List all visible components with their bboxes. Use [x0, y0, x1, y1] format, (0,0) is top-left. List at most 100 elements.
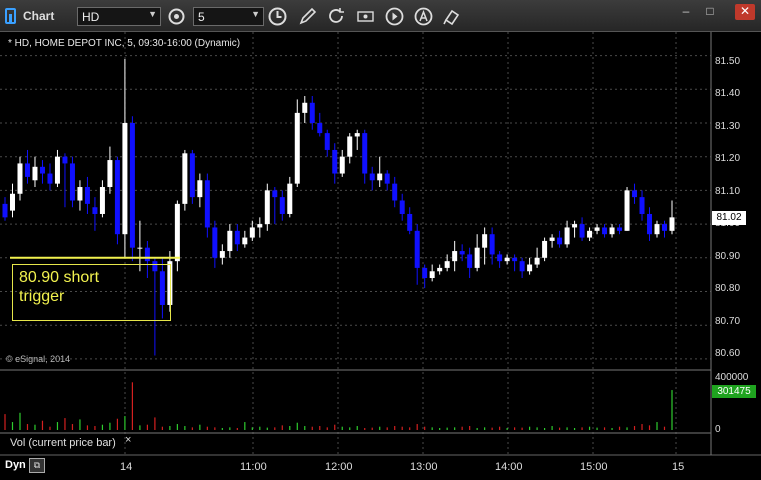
- candle-down: [647, 213, 653, 235]
- candle-up: [564, 227, 570, 245]
- candle-up: [227, 230, 233, 252]
- annotation-line1: 80.90 short: [19, 269, 100, 286]
- candle-up: [482, 234, 488, 248]
- price-tick: 80.60: [715, 348, 741, 359]
- copyright-text: © eSignal, 2014: [6, 354, 71, 364]
- time-tick: 14: [120, 461, 133, 473]
- candle-up: [444, 261, 450, 268]
- price-tick: 81.30: [715, 121, 741, 132]
- volume-study-label: Vol (current price bar): [10, 437, 116, 449]
- candle-up: [474, 247, 480, 268]
- price-chart[interactable]: [0, 0, 761, 480]
- dynamic-mode-label: Dyn: [5, 459, 26, 471]
- candle-up: [654, 224, 660, 235]
- candle-down: [519, 261, 525, 272]
- candle-down: [459, 251, 465, 255]
- candle-down: [279, 197, 285, 214]
- price-tick: 81.10: [715, 186, 741, 197]
- candle-up: [527, 264, 533, 272]
- time-tick: 15: [672, 461, 685, 473]
- candle-down: [617, 227, 623, 231]
- candle-up: [504, 257, 510, 262]
- candle-down: [422, 267, 428, 279]
- candle-down: [47, 173, 53, 184]
- candle-up: [624, 190, 630, 231]
- candle-up: [77, 187, 83, 201]
- candle-down: [144, 247, 150, 262]
- candle-down: [369, 173, 375, 181]
- candle-up: [54, 156, 60, 184]
- candle-up: [549, 237, 555, 241]
- candle-up: [437, 267, 443, 272]
- candle-down: [332, 149, 338, 174]
- time-tick: 14:00: [495, 461, 523, 473]
- candle-up: [197, 180, 203, 198]
- price-tick: 81.40: [715, 88, 741, 99]
- candle-down: [189, 153, 195, 198]
- candle-down: [662, 224, 668, 231]
- candle-up: [594, 227, 600, 231]
- candle-down: [512, 257, 518, 262]
- time-tick: 11:00: [240, 461, 267, 473]
- candle-up: [294, 112, 300, 184]
- candle-up: [219, 251, 225, 258]
- candle-down: [24, 163, 30, 177]
- candle-up: [264, 190, 270, 225]
- candle-up: [107, 160, 113, 188]
- price-tick: 80.90: [715, 251, 741, 262]
- short-trigger-annotation[interactable]: 80.90 short trigger: [12, 264, 171, 321]
- candle-up: [17, 163, 23, 194]
- chart-grid: [0, 32, 711, 455]
- candle-down: [362, 133, 368, 174]
- candle-down: [324, 133, 330, 150]
- candle-down: [39, 166, 45, 174]
- candle-up: [174, 203, 180, 262]
- price-tick: 81.50: [715, 56, 741, 67]
- candle-up: [182, 153, 188, 204]
- candle-down: [204, 180, 210, 228]
- candle-down: [414, 230, 420, 268]
- layers-icon[interactable]: ⧉: [29, 458, 45, 473]
- current-volume-marker: 301475: [712, 385, 756, 398]
- candle-down: [399, 200, 405, 214]
- volume-axis-zero: 0: [715, 424, 721, 435]
- candle-down: [309, 102, 315, 123]
- candle-down: [497, 254, 503, 262]
- candle-down: [489, 234, 495, 255]
- price-tick: 80.70: [715, 316, 741, 327]
- candle-up: [452, 251, 458, 262]
- candle-down: [272, 190, 278, 198]
- candle-up: [257, 224, 263, 228]
- time-tick: 13:00: [410, 461, 438, 473]
- candle-down: [129, 122, 135, 248]
- candle-down: [467, 254, 473, 268]
- last-price-marker: 81.02: [712, 211, 746, 225]
- candle-down: [384, 173, 390, 184]
- candle-up: [9, 193, 15, 211]
- candle-down: [212, 227, 218, 258]
- candle-down: [639, 197, 645, 214]
- candle-down: [69, 163, 75, 201]
- time-tick: 15:00: [580, 461, 608, 473]
- price-tick: 81.20: [715, 153, 741, 164]
- candle-up: [287, 183, 293, 214]
- candle-up: [99, 187, 105, 214]
- candle-down: [114, 160, 120, 235]
- candle-up: [669, 217, 675, 231]
- candle-up: [429, 271, 435, 279]
- candle-up: [572, 224, 578, 228]
- candle-up: [242, 237, 248, 245]
- close-study-icon[interactable]: ×: [125, 434, 131, 446]
- candle-up: [137, 247, 143, 249]
- candle-down: [317, 122, 323, 134]
- annotation-line2: trigger: [19, 288, 65, 305]
- candle-down: [84, 187, 90, 204]
- candle-down: [234, 230, 240, 245]
- time-tick: 12:00: [325, 461, 353, 473]
- candle-down: [602, 227, 608, 235]
- candle-down: [62, 156, 68, 164]
- candle-down: [579, 224, 585, 238]
- candle-up: [339, 156, 345, 174]
- candle-down: [2, 203, 8, 218]
- candle-down: [632, 190, 638, 198]
